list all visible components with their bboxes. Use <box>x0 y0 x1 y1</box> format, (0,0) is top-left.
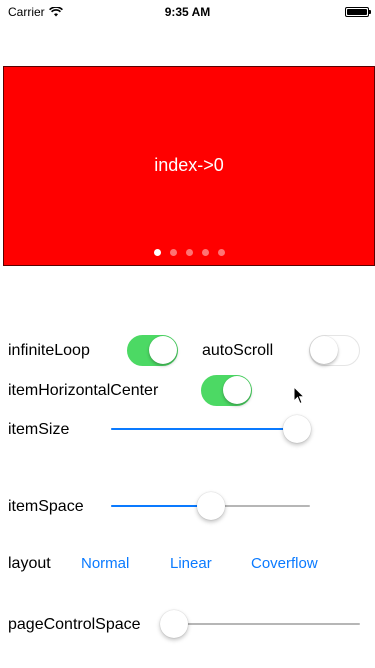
switch-knob <box>149 336 177 364</box>
page-dot[interactable] <box>169 249 177 256</box>
switch-knob <box>310 336 338 364</box>
page-control-space-slider[interactable] <box>160 609 360 639</box>
layout-label: layout <box>8 555 51 572</box>
slider-track <box>174 623 360 625</box>
switch-knob <box>223 376 251 404</box>
slider-thumb[interactable] <box>196 492 225 520</box>
slider-thumb[interactable] <box>283 415 311 443</box>
banner-carousel[interactable]: index->0 <box>3 66 375 266</box>
banner-index-label: index->0 <box>154 155 224 175</box>
slider-fill <box>111 505 211 507</box>
status-bar: Carrier 9:35 AM <box>0 0 375 22</box>
item-space-label: itemSpace <box>8 498 84 515</box>
page-dot[interactable] <box>153 249 161 256</box>
slider-fill <box>111 428 297 430</box>
item-size-slider[interactable] <box>111 414 311 444</box>
page-dot[interactable] <box>201 249 209 256</box>
page-dot[interactable] <box>217 249 225 256</box>
layout-linear-button[interactable]: Linear <box>170 555 212 572</box>
page-control-space-label: pageControlSpace <box>8 616 141 633</box>
mouse-pointer-icon <box>293 386 305 405</box>
status-time: 9:35 AM <box>164 5 211 19</box>
battery-icon <box>345 7 371 17</box>
item-size-label: itemSize <box>8 421 70 438</box>
layout-coverflow-button[interactable]: Coverflow <box>251 555 318 572</box>
page-dot[interactable] <box>185 249 193 256</box>
layout-normal-button[interactable]: Normal <box>81 555 129 572</box>
item-space-slider[interactable] <box>111 491 310 521</box>
infinite-loop-label: infiniteLoop <box>8 342 90 359</box>
infinite-loop-switch[interactable] <box>127 335 178 366</box>
auto-scroll-label: autoScroll <box>202 342 274 359</box>
item-horizontal-center-switch[interactable] <box>201 375 252 406</box>
page-control[interactable] <box>4 249 374 256</box>
auto-scroll-switch[interactable] <box>309 335 360 366</box>
slider-thumb[interactable] <box>160 610 188 638</box>
item-horizontal-center-label: itemHorizontalCenter <box>8 382 159 399</box>
